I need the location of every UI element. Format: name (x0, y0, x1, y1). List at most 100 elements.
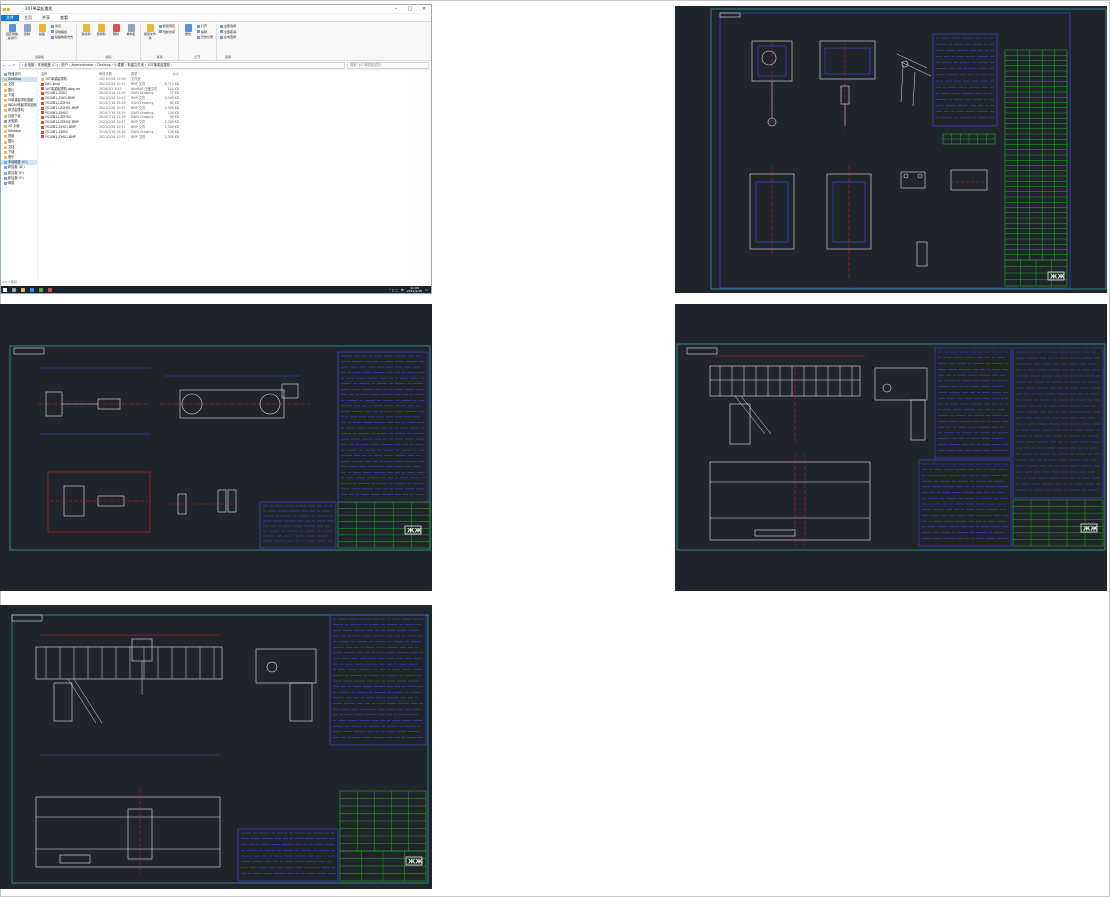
delete-button[interactable]: 删除 (110, 24, 122, 37)
file-name: YS10B1-ZJH02.BMP (45, 134, 76, 139)
detail-view (916, 241, 928, 267)
taskbar-browser[interactable] (27, 286, 36, 293)
paste-button[interactable]: 粘贴 (36, 24, 48, 40)
explorer-body: 快速访问 Desktop 文档 图片 下载 5t单梁起重机图纸 WD50吨起重机图纸 桥式起重… (1, 71, 431, 279)
cab (729, 403, 751, 445)
cad-drawing-trolley[interactable]: ЖЖ (675, 6, 1107, 293)
drawing-frame (9, 345, 431, 551)
maximize-button[interactable]: □ (403, 5, 417, 13)
notification-icon[interactable]: ▭ (425, 288, 428, 292)
browser-icon (29, 288, 34, 292)
cad-drawing-general-assembly[interactable]: ЖЖ (0, 605, 432, 889)
select-none-button[interactable]: 全部取消 (220, 30, 236, 34)
history-button[interactable]: 历史记录 (197, 35, 213, 39)
search-icon (11, 288, 16, 292)
tab-home[interactable]: 主页 (19, 15, 37, 21)
star-icon (4, 73, 7, 77)
drawing-label-box (11, 614, 43, 622)
input-language[interactable]: 中 (401, 288, 404, 292)
image-icon (41, 97, 44, 101)
properties-button[interactable]: 属性 (182, 24, 194, 39)
file-row[interactable]: YS10B1-ZJH02.BMP 2021/2/26 10:57 BMP 文件 2,3… (41, 135, 431, 140)
folder-icon (3, 7, 6, 11)
minimize-button[interactable]: – (389, 5, 403, 13)
notes-block (337, 351, 429, 503)
move-icon (82, 24, 90, 32)
app-icon (47, 288, 52, 292)
ribbon-group-open: 属性 打开 编辑 历史记录 打开 (179, 24, 218, 60)
ribbon: 固定到快速访问 复制 粘贴 剪切 复制路径 粘贴快捷方式 剪贴板 移动到 复制到… (1, 21, 431, 61)
close-button[interactable]: × (417, 5, 431, 13)
save-icon (7, 7, 10, 11)
quick-access-toolbar[interactable] (1, 5, 25, 13)
bom-table (337, 501, 431, 549)
archive-icon (41, 87, 44, 91)
taskbar-search[interactable] (9, 286, 18, 293)
drawing-label-box (686, 347, 718, 355)
folder-icon (4, 93, 7, 97)
ribbon-group-label: 剪贴板 (35, 55, 45, 59)
folder-icon (4, 99, 7, 103)
start-button[interactable] (1, 286, 9, 293)
cab-side (289, 682, 313, 722)
taskbar-app-2[interactable] (45, 286, 54, 293)
folder-icon (41, 77, 44, 81)
ribbon-group-clipboard: 固定到快速访问 复制 粘贴 剪切 复制路径 粘贴快捷方式 剪贴板 (3, 24, 78, 60)
address-path[interactable]: › 此电脑 › 本地磁盘 (C:) › 用户 › Administrator ›… (19, 61, 345, 69)
tree-item[interactable]: 网络 (1, 181, 37, 186)
paste-shortcut-button[interactable]: 粘贴快捷方式 (51, 35, 73, 39)
easy-access-button[interactable]: 轻松访问 (159, 30, 175, 34)
cut-button[interactable]: 剪切 (51, 24, 73, 28)
invert-selection-button[interactable]: 反向选择 (220, 35, 236, 39)
copy-button[interactable]: 复制 (21, 24, 33, 40)
folder-icon (4, 78, 7, 82)
nav-buttons[interactable]: ← → ↑ (3, 63, 17, 68)
select-none-icon (220, 30, 224, 33)
file-explorer-window: 10T单梁起重机 – □ × 文件 主页 共享 查看 固定到快速访问 复制 粘贴… (0, 4, 432, 294)
dwg-icon (41, 111, 44, 115)
search-input[interactable]: 搜索"10T单梁起重机" (347, 61, 429, 69)
folder-icon (4, 140, 7, 144)
drawing-frame (676, 343, 1106, 551)
detail-line (896, 53, 928, 69)
notes-block (1012, 347, 1104, 499)
tray-icons[interactable]: ⌃ ◻ ◻ (388, 288, 397, 292)
rename-button[interactable]: 重命名 (125, 24, 137, 37)
taskbar-app[interactable] (36, 286, 45, 293)
pin-quick-access-button[interactable]: 固定到快速访问 (6, 24, 18, 40)
trolley-side-view (824, 47, 871, 75)
tab-share[interactable]: 共享 (37, 15, 55, 21)
folder-icon (4, 104, 7, 108)
new-folder-button[interactable]: 新建文件夹 (144, 24, 156, 40)
image-icon (41, 125, 44, 129)
copy-path-button[interactable]: 复制路径 (51, 30, 73, 34)
dwg-icon (41, 116, 44, 120)
taskbar-explorer[interactable] (18, 286, 27, 293)
copy-to-button[interactable]: 复制到 (95, 24, 107, 37)
edit-button[interactable]: 编辑 (197, 30, 213, 34)
cad-drawing-canvas: ЖЖ (9, 345, 431, 551)
select-all-button[interactable]: 全部选择 (220, 24, 236, 28)
tab-file[interactable]: 文件 (1, 15, 19, 21)
cad-drawing-travel-mechanism[interactable]: ЖЖ (0, 304, 432, 591)
address-bar-row: ← → ↑ › 此电脑 › 本地磁盘 (C:) › 用户 › Administr… (1, 61, 431, 70)
cab-side (910, 399, 926, 441)
image-icon (41, 106, 44, 110)
taskbar: ⌃ ◻ ◻ 中 11:09 2021/2/26 ▭ (1, 286, 431, 294)
cad-drawing-bridge-frame[interactable]: ЖЖ (675, 304, 1107, 591)
move-to-button[interactable]: 移动到 (80, 24, 92, 37)
open-button[interactable]: 打开 (197, 24, 213, 28)
company-logo-mark: ЖЖ (1050, 274, 1065, 281)
pin-icon (8, 24, 16, 32)
drive-icon (4, 161, 7, 165)
tab-view[interactable]: 查看 (55, 15, 73, 21)
window-title: 10T单梁起重机 (25, 6, 53, 11)
navigation-pane: 快速访问 Desktop 文档 图片 下载 5t单梁起重机图纸 WD50吨起重机图纸 桥式起重… (1, 71, 38, 279)
ladder-line (73, 678, 103, 724)
clock[interactable]: 11:09 2021/2/26 (407, 286, 422, 294)
copy-icon (23, 24, 31, 32)
image-icon (41, 135, 44, 139)
new-folder-icon (146, 24, 154, 32)
tree-item-label: 网络 (8, 180, 15, 185)
new-item-button[interactable]: 新建项目 (159, 24, 175, 28)
